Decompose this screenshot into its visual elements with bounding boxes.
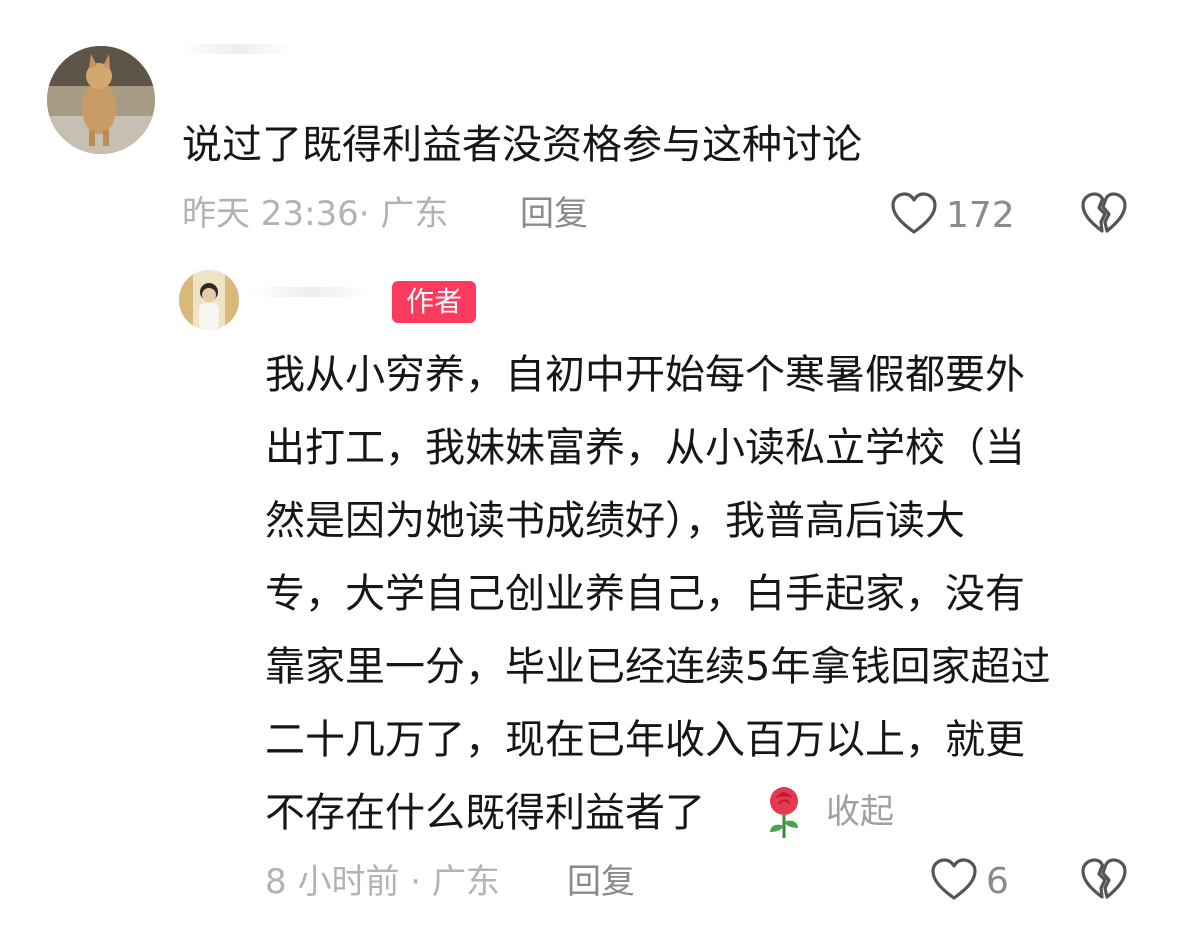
reply-text-line: 二十几万了，现在已年收入百万以上，就更 [265,717,1025,763]
comment-timestamp-location: 昨天 23:36· 广东 [182,194,449,234]
reply-text-line: 我从小穷养，自初中开始每个寒暑假都要外 [265,352,1025,398]
broken-heart-icon[interactable] [1080,192,1128,236]
rose-emoji [762,784,806,840]
author-username-redacted[interactable] [250,287,370,297]
author-avatar[interactable] [179,270,239,330]
author-badge: 作者 [392,281,476,323]
reply-text-line: 专，大学自己创业养自己，白手起家，没有 [265,571,1025,617]
commenter-avatar[interactable] [47,46,155,154]
reply-text-line: 不存在什么既得利益者了 [265,790,705,836]
reply-reply-button[interactable]: 回复 [567,862,635,902]
comment-reply-button[interactable]: 回复 [520,194,588,234]
reply-like-count: 6 [986,861,1009,902]
reply-text-line: 然是因为她读书成绩好），我普高后读大 [265,498,965,544]
reply-timestamp-location: 8 小时前 · 广东 [265,862,500,902]
commenter-username-redacted[interactable] [182,44,292,54]
comment-like-count: 172 [946,195,1015,236]
reply-text-line: 出打工，我妹妹富养，从小读私立学校（当 [265,425,1025,471]
heart-outline-icon[interactable] [890,192,938,236]
reply-text-line: 靠家里一分，毕业已经连续5年拿钱回家超过 [265,644,1051,690]
collapse-button[interactable]: 收起 [826,792,894,832]
comment-text: 说过了既得利益者没资格参与这种讨论 [182,122,862,168]
broken-heart-icon[interactable] [1080,858,1128,902]
heart-outline-icon[interactable] [930,858,978,902]
